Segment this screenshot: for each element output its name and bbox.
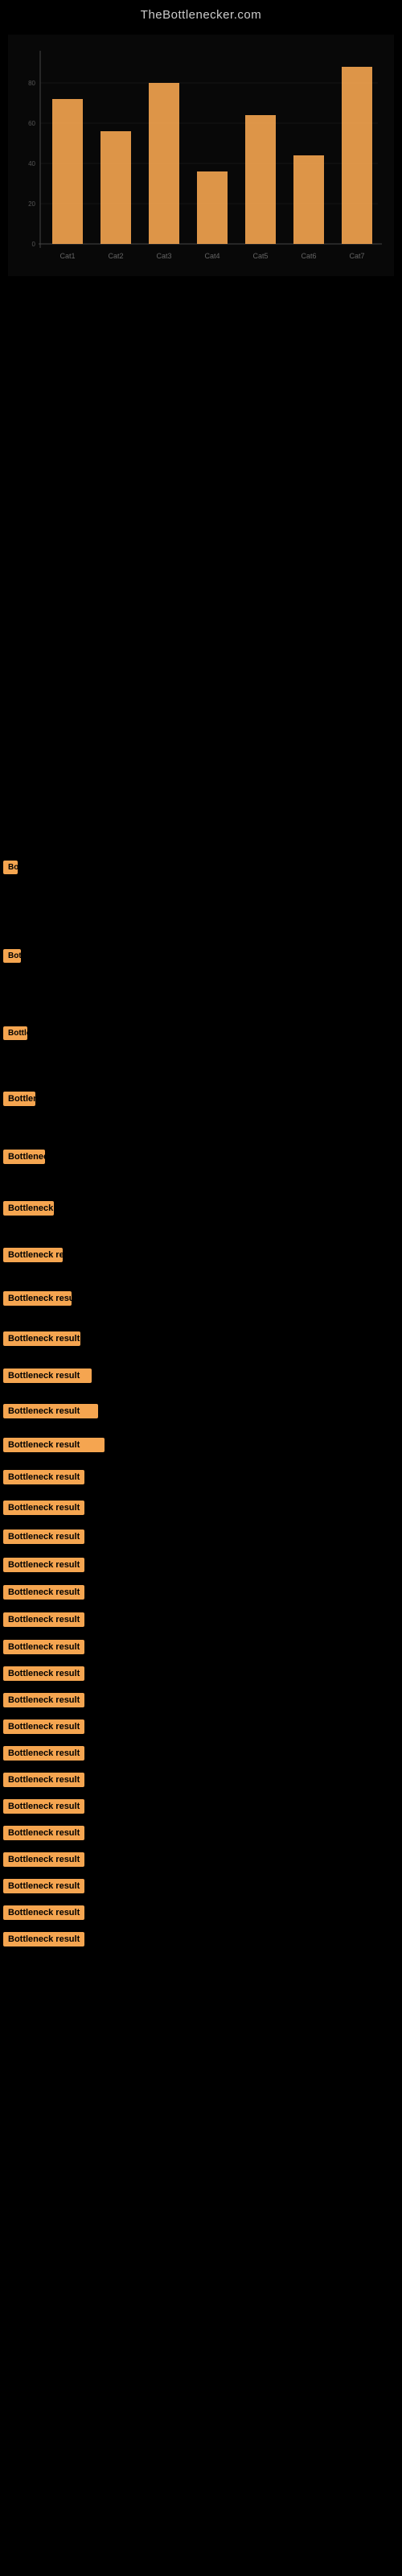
result-item-10: Bottleneck result [0,1364,402,1387]
result-spacer-8 [0,1266,402,1287]
result-badge-1: Bottleneck result [3,861,18,874]
result-spacer-15 [0,1519,402,1525]
result-badge-17: Bottleneck result [3,1585,84,1600]
svg-text:Cat4: Cat4 [204,252,219,260]
result-item-19: Bottleneck result [0,1636,402,1658]
result-badge-30: Bottleneck result [3,1932,84,1946]
result-spacer-13 [0,1456,402,1466]
result-badge-11: Bottleneck result [3,1404,98,1418]
result-item-4: Bottleneck result [0,1088,402,1110]
result-item-26: Bottleneck result [0,1822,402,1844]
svg-text:Cat7: Cat7 [349,252,364,260]
result-item-13: Bottleneck result [0,1466,402,1488]
svg-text:Cat3: Cat3 [156,252,171,260]
result-badge-22: Bottleneck result [3,1719,84,1734]
result-item-3: Bottleneck result [0,1022,402,1044]
result-badge-7: Bottleneck result [3,1248,63,1262]
result-badge-3: Bottleneck result [3,1026,27,1040]
svg-text:Cat6: Cat6 [301,252,316,260]
result-badge-25: Bottleneck result [3,1799,84,1814]
result-badge-13: Bottleneck result [3,1470,84,1484]
result-item-12: Bottleneck result [0,1434,402,1456]
result-badge-18: Bottleneck result [3,1612,84,1627]
result-item-24: Bottleneck result [0,1769,402,1791]
svg-text:20: 20 [28,200,35,208]
svg-text:80: 80 [28,80,35,87]
result-spacer-4 [0,1044,402,1088]
result-badge-14: Bottleneck result [3,1501,84,1515]
svg-text:Cat5: Cat5 [252,252,268,260]
result-badge-24: Bottleneck result [3,1773,84,1787]
result-spacer-10 [0,1350,402,1364]
result-badge-15: Bottleneck result [3,1530,84,1544]
result-item-6: Bottleneck result [0,1197,402,1220]
result-spacer-12 [0,1422,402,1434]
svg-text:Cat1: Cat1 [59,252,75,260]
result-badge-4: Bottleneck result [3,1092,35,1106]
svg-text:40: 40 [28,160,35,167]
result-item-20: Bottleneck result [0,1662,402,1685]
result-spacer-1 [0,292,402,856]
result-badge-28: Bottleneck result [3,1879,84,1893]
result-item-28: Bottleneck result [0,1875,402,1897]
results-list: Bottleneck result Bottleneck result Bottle… [0,292,402,1967]
result-item-5: Bottleneck result [0,1146,402,1168]
result-badge-26: Bottleneck result [3,1826,84,1840]
result-item-11: Bottleneck result [0,1400,402,1422]
result-badge-6: Bottleneck result [3,1201,54,1216]
result-item-22: Bottleneck result [0,1715,402,1738]
result-badge-21: Bottleneck result [3,1693,84,1707]
site-title: TheBottlenecker.com [0,0,402,27]
result-item-1: Bottleneck result [0,856,402,878]
result-badge-5: Bottleneck result [3,1150,45,1164]
result-spacer-9 [0,1310,402,1327]
result-item-29: Bottleneck result [0,1901,402,1924]
result-item-27: Bottleneck result [0,1848,402,1871]
result-item-16: Bottleneck result [0,1554,402,1576]
result-item-8: Bottleneck result [0,1287,402,1310]
result-spacer-16 [0,1548,402,1554]
result-spacer-7 [0,1220,402,1244]
result-item-17: Bottleneck result [0,1581,402,1604]
result-item-2: Bottleneck result [0,944,402,967]
result-badge-19: Bottleneck result [3,1640,84,1654]
bottleneck-chart: Cat1 Cat2 Cat3 Cat4 Cat5 Cat6 Cat7 0 20 … [8,27,394,284]
result-item-15: Bottleneck result [0,1525,402,1548]
svg-text:0: 0 [32,241,36,248]
result-spacer-11 [0,1387,402,1400]
result-spacer-5 [0,1110,402,1146]
result-badge-8: Bottleneck result [3,1291,72,1306]
result-badge-23: Bottleneck result [3,1746,84,1761]
result-badge-27: Bottleneck result [3,1852,84,1867]
result-badge-20: Bottleneck result [3,1666,84,1681]
result-badge-16: Bottleneck result [3,1558,84,1572]
svg-text:Cat2: Cat2 [108,252,123,260]
result-badge-10: Bottleneck result [3,1368,92,1383]
result-item-30: Bottleneck result [0,1928,402,1951]
result-badge-12: Bottleneck result [3,1438,105,1452]
result-spacer-14 [0,1488,402,1496]
result-item-7: Bottleneck result [0,1244,402,1266]
result-spacer-6 [0,1168,402,1197]
result-item-25: Bottleneck result [0,1795,402,1818]
result-item-14: Bottleneck result [0,1496,402,1519]
svg-text:60: 60 [28,120,35,127]
result-spacer-2 [0,878,402,944]
chart-area: Cat1 Cat2 Cat3 Cat4 Cat5 Cat6 Cat7 0 20 … [8,27,394,284]
result-item-9: Bottleneck result [0,1327,402,1350]
result-item-21: Bottleneck result [0,1689,402,1711]
result-spacer-3 [0,967,402,1022]
result-item-23: Bottleneck result [0,1742,402,1765]
result-item-18: Bottleneck result [0,1608,402,1631]
result-badge-2: Bottleneck result [3,949,21,963]
result-badge-29: Bottleneck result [3,1905,84,1920]
result-badge-9: Bottleneck result [3,1331,80,1346]
